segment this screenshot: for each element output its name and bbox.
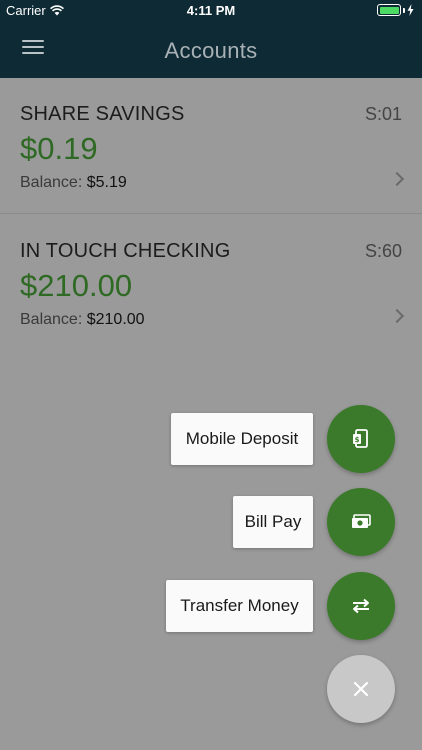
mobile-deposit-icon: $ xyxy=(353,429,368,448)
balance-value: $210.00 xyxy=(86,311,145,328)
svg-text:$: $ xyxy=(355,436,360,444)
transfer-icon xyxy=(353,598,369,614)
battery-icon xyxy=(377,4,401,16)
mobile-deposit-label[interactable]: Mobile Deposit xyxy=(171,413,313,465)
account-balance: Balance: $5.19 xyxy=(20,174,127,192)
mobile-deposit-button[interactable]: $ xyxy=(327,405,395,473)
account-available-amount: $0.19 xyxy=(20,131,98,166)
transfer-money-button[interactable] xyxy=(327,572,395,640)
status-bar: Carrier 4:11 PM xyxy=(0,0,422,22)
status-time: 4:11 PM xyxy=(186,3,236,18)
account-available-amount: $210.00 xyxy=(20,268,133,303)
account-name: IN TOUCH CHECKING xyxy=(20,240,231,262)
bill-pay-button[interactable] xyxy=(327,488,395,556)
close-icon xyxy=(353,681,369,697)
chevron-right-icon xyxy=(389,308,405,324)
account-code: S:60 xyxy=(364,241,402,261)
charging-icon xyxy=(407,4,414,16)
chevron-right-icon xyxy=(389,171,405,187)
account-name: SHARE SAVINGS xyxy=(20,103,185,125)
page-title: Accounts xyxy=(164,38,258,63)
close-fab-button[interactable] xyxy=(327,655,395,723)
account-row-in-touch-checking[interactable]: IN TOUCH CHECKING S:60 $210.00 Balance: … xyxy=(0,215,422,351)
battery-indicator xyxy=(377,4,414,16)
nav-bar: Accounts xyxy=(0,22,422,78)
bill-pay-icon xyxy=(352,514,371,528)
balance-value: $5.19 xyxy=(86,174,127,191)
bill-pay-label[interactable]: Bill Pay xyxy=(233,496,313,548)
account-row-share-savings[interactable]: SHARE SAVINGS S:01 $0.19 Balance: $5.19 xyxy=(0,78,422,214)
account-code: S:01 xyxy=(364,104,402,124)
balance-label: Balance: xyxy=(20,174,83,191)
account-balance: Balance: $210.00 xyxy=(20,311,145,329)
transfer-money-label[interactable]: Transfer Money xyxy=(166,580,313,632)
balance-label: Balance: xyxy=(20,311,83,328)
